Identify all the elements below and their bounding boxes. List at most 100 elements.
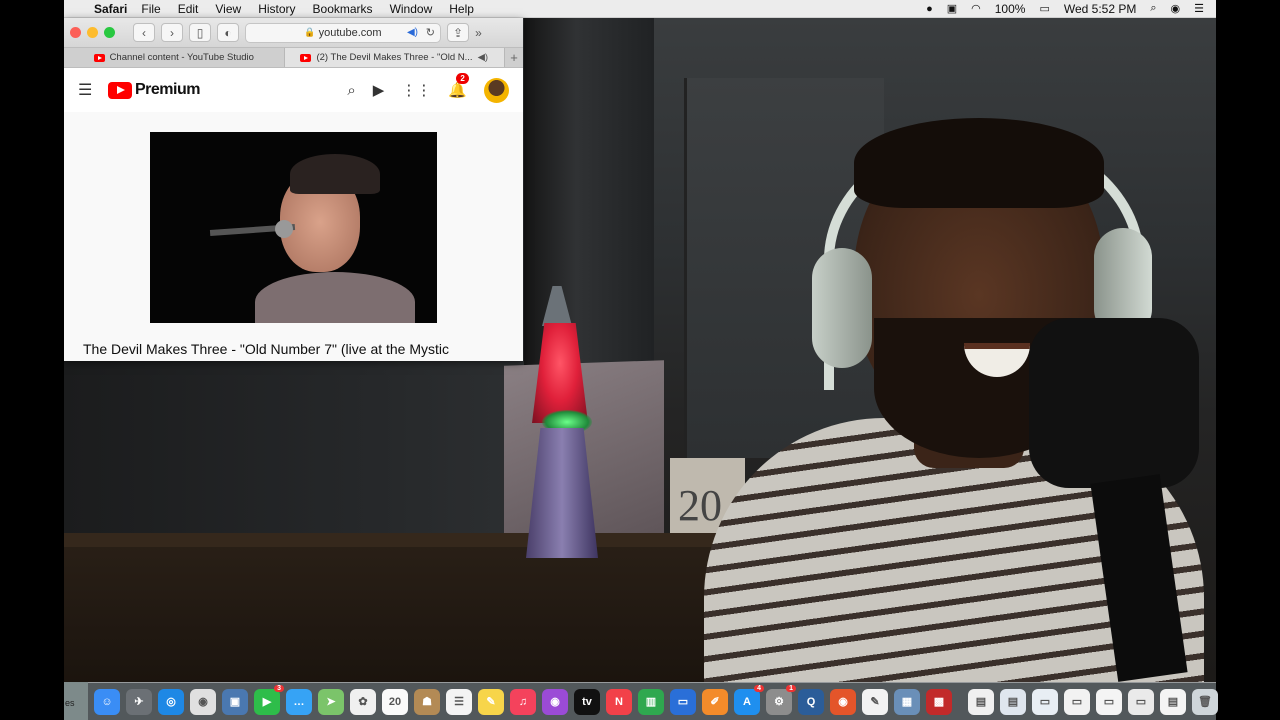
safari-toolbar: ‹ › ▯ ◐ 🔒 youtube.com ◀) ↻ ⇪ » xyxy=(64,18,523,48)
dock-photo-booth-2-icon[interactable]: ▩ xyxy=(926,688,952,715)
desk-calendar-number: 20 xyxy=(678,481,722,530)
youtube-logo-text: Premium xyxy=(135,81,200,98)
dock-trash-icon[interactable]: 🗑 xyxy=(1192,688,1218,715)
dock-tv-icon[interactable]: tv xyxy=(574,688,600,715)
hamburger-menu-icon[interactable]: ☰ xyxy=(78,80,94,100)
desk-edge xyxy=(64,533,724,547)
chevron-right-icon: › xyxy=(170,25,174,40)
youtube-header: ☰ Premium ⌕ ▶ ⋮⋮ 🔔 2 xyxy=(64,68,523,112)
headphone-left-cup xyxy=(812,248,872,368)
dock-notes-icon[interactable]: ✎ xyxy=(478,688,504,715)
notifications-bell-icon[interactable]: 🔔 2 xyxy=(448,73,469,99)
sidebar-button[interactable]: ▯ xyxy=(189,23,211,42)
dock-document-6-icon[interactable]: ▭ xyxy=(1128,688,1154,715)
sidebar-icon: ▯ xyxy=(196,25,204,40)
dock-reminders-icon[interactable]: ☰ xyxy=(446,688,472,715)
dock-app-store-icon[interactable]: A4 xyxy=(734,684,764,715)
tab-audio-icon[interactable]: ◀) xyxy=(478,52,488,63)
dock-chrome-icon[interactable]: ◉ xyxy=(190,688,216,715)
window-zoom-button[interactable] xyxy=(104,27,115,38)
dock-badge: 1 xyxy=(786,684,796,692)
dock-badge: 3 xyxy=(274,684,284,692)
dock-edge-text: es xyxy=(65,698,75,708)
dock-photo-booth-icon[interactable]: ◉ xyxy=(830,688,856,715)
battery-icon[interactable]: ▭ xyxy=(1039,2,1049,15)
share-button[interactable]: ⇪ xyxy=(447,23,470,42)
shield-icon: ◐ xyxy=(224,25,232,40)
safari-window: ‹ › ▯ ◐ 🔒 youtube.com ◀) ↻ ⇪ » Channel c… xyxy=(64,18,523,361)
new-tab-button[interactable]: + xyxy=(505,48,523,67)
notification-center-icon[interactable]: ☰ xyxy=(1194,2,1204,15)
search-icon[interactable]: ⌕ xyxy=(347,82,355,99)
tab-youtube-studio[interactable]: Channel content - YouTube Studio xyxy=(64,48,285,67)
dock-document-5-icon[interactable]: ▭ xyxy=(1096,688,1122,715)
address-bar[interactable]: 🔒 youtube.com ◀) ↻ xyxy=(245,22,441,43)
youtube-watch-page: The Devil Makes Three - "Old Number 7" (… xyxy=(64,112,523,361)
tab-bar: Channel content - YouTube Studio (2) The… xyxy=(64,48,523,68)
dock-numbers-icon[interactable]: ▥ xyxy=(638,688,664,715)
wifi-icon[interactable]: ◠ xyxy=(971,2,981,15)
tab-label: (2) The Devil Makes Three - "Old N... xyxy=(316,52,473,63)
forward-button[interactable]: › xyxy=(161,23,183,42)
dock-keynote-icon[interactable]: ▭ xyxy=(670,688,696,715)
menu-extras: ● ▣ ◠ 100% ▭ Wed 5:52 PM ⌕ ◉ ☰ xyxy=(926,2,1216,16)
battery-percent[interactable]: 100% xyxy=(995,2,1026,16)
apps-grid-icon[interactable]: ⋮⋮ xyxy=(401,81,431,99)
dock-finder-icon[interactable]: ☺ xyxy=(94,688,120,715)
dock-facetime-icon[interactable]: ▶ 3 xyxy=(254,684,284,715)
reload-icon[interactable]: ↻ xyxy=(426,26,435,39)
keyboard-viewer-icon[interactable]: ▣ xyxy=(947,2,957,15)
dock-image-capture-icon[interactable]: ▦ xyxy=(894,688,920,715)
menu-history[interactable]: History xyxy=(258,2,295,16)
window-close-button[interactable] xyxy=(70,27,81,38)
video-player[interactable] xyxy=(150,132,437,323)
dock-edge: es xyxy=(64,682,88,720)
desk xyxy=(64,533,724,682)
dock-news-icon[interactable]: N xyxy=(606,688,632,715)
menu-app-name[interactable]: Safari xyxy=(94,2,127,16)
dock-document-7-icon[interactable]: ▤ xyxy=(1160,688,1186,715)
dock-music-icon[interactable]: ♫ xyxy=(510,688,536,715)
screen: 20 Safari File Edit View History Bookmar… xyxy=(64,0,1216,720)
youtube-header-actions: ⌕ ▶ ⋮⋮ 🔔 2 xyxy=(347,73,509,103)
siri-icon[interactable]: ◉ xyxy=(1171,2,1181,15)
dock-calendar-icon[interactable]: 20 xyxy=(382,688,408,715)
menu-clock[interactable]: Wed 5:52 PM xyxy=(1064,2,1136,16)
create-video-icon[interactable]: ▶ xyxy=(373,81,385,99)
window-minimize-button[interactable] xyxy=(87,27,98,38)
speaker-icon[interactable]: ◀) xyxy=(407,27,418,38)
menu-help[interactable]: Help xyxy=(449,2,474,16)
dock-system-preferences-icon[interactable]: ⚙ 1 xyxy=(766,684,796,715)
dock-pages-icon[interactable]: ✐ xyxy=(702,688,728,715)
menu-view[interactable]: View xyxy=(215,2,241,16)
menu-file[interactable]: File xyxy=(141,2,160,16)
back-button[interactable]: ‹ xyxy=(133,23,155,42)
tab-devil-makes-three[interactable]: (2) The Devil Makes Three - "Old N... ◀) xyxy=(284,48,505,67)
dock-textedit-icon[interactable]: ✎ xyxy=(862,688,888,715)
menu-window[interactable]: Window xyxy=(390,2,433,16)
dock-quicktime-icon[interactable]: Q xyxy=(798,688,824,715)
dock-document-2-icon[interactable]: ▤ xyxy=(1000,688,1026,715)
privacy-shield-button[interactable]: ◐ xyxy=(217,23,239,42)
youtube-premium-logo[interactable]: Premium xyxy=(108,81,200,99)
menu-edit[interactable]: Edit xyxy=(178,2,199,16)
dock-contacts-icon[interactable]: ☗ xyxy=(414,688,440,715)
address-bar-url: youtube.com xyxy=(318,26,382,39)
dock-maps-icon[interactable]: ➤ xyxy=(318,688,344,715)
dock-podcasts-icon[interactable]: ◉ xyxy=(542,688,568,715)
dock-document-3-icon[interactable]: ▭ xyxy=(1032,688,1058,715)
dock-launchpad-icon[interactable]: ✈ xyxy=(126,688,152,715)
avatar[interactable] xyxy=(484,77,509,103)
spotlight-search-icon[interactable]: ⌕ xyxy=(1150,2,1156,15)
dock-messages-icon[interactable]: … xyxy=(286,688,312,715)
video-performer-hat xyxy=(290,154,380,194)
menu-bookmarks[interactable]: Bookmarks xyxy=(313,2,373,16)
record-icon[interactable]: ● xyxy=(926,3,933,15)
dock-photos-icon[interactable]: ✿ xyxy=(350,688,376,715)
toolbar-overflow-icon[interactable]: » xyxy=(475,26,482,40)
dock-preview-icon[interactable]: ▣ xyxy=(222,688,248,715)
youtube-favicon-icon xyxy=(300,53,312,62)
dock-document-1-icon[interactable]: ▤ xyxy=(968,688,994,715)
dock-safari-icon[interactable]: ◎ xyxy=(158,688,184,715)
dock-document-4-icon[interactable]: ▭ xyxy=(1064,688,1090,715)
